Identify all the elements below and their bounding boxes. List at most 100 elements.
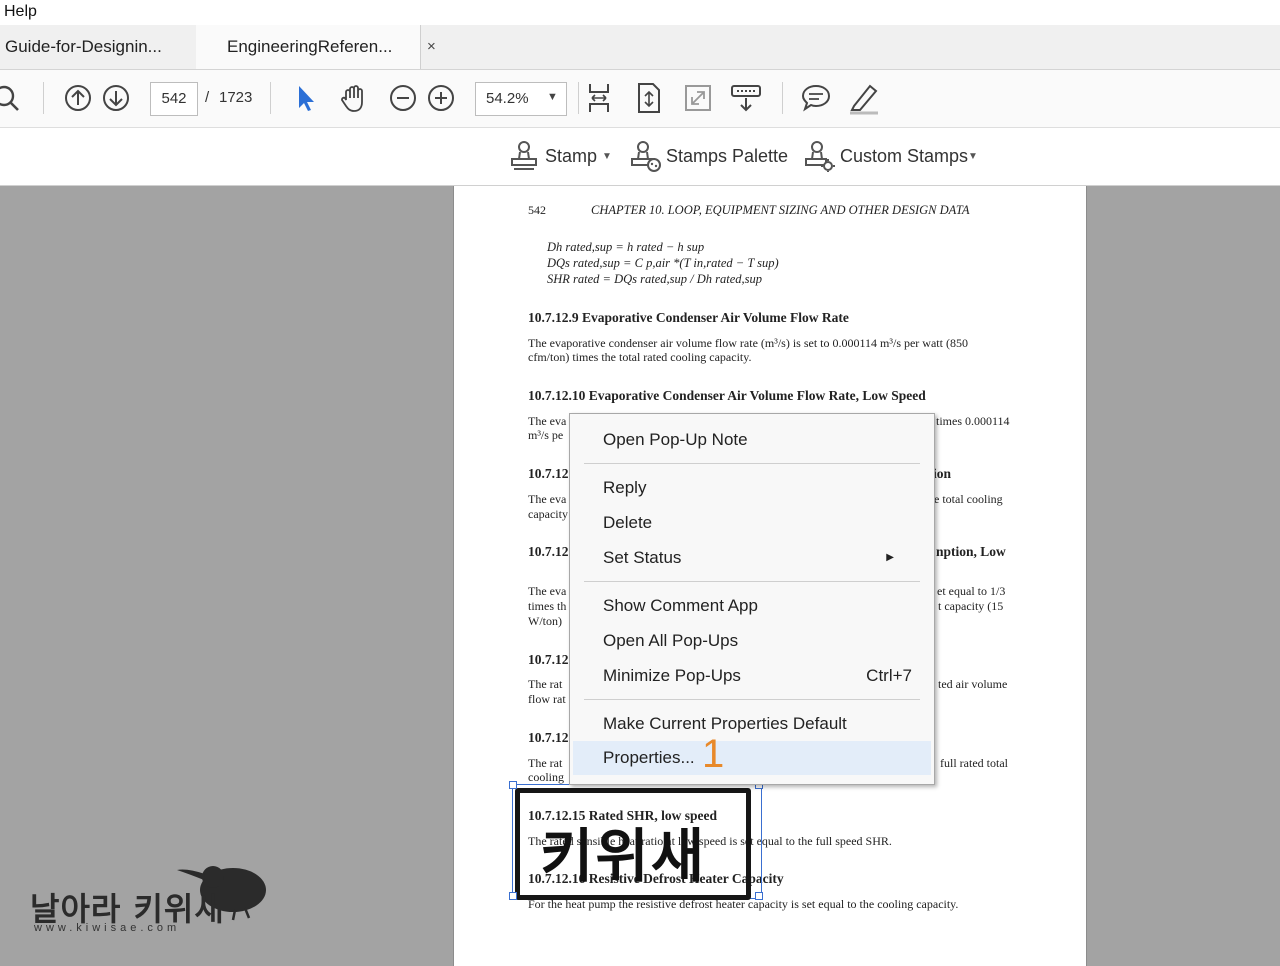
- equation-line: Dh rated,sup = h rated − h sup: [547, 240, 705, 254]
- step-number-badge: 1: [702, 732, 725, 776]
- paragraph-line: times th: [528, 599, 567, 613]
- menu-separator: [584, 463, 920, 464]
- menu-separator: [584, 699, 920, 700]
- resize-handle[interactable]: [509, 892, 517, 900]
- comment-icon[interactable]: [798, 80, 834, 116]
- menu-item-label: Show Comment App: [603, 596, 758, 615]
- menu-item-label: Set Status: [603, 548, 682, 567]
- tab-guide-document[interactable]: Guide-for-Designin...: [0, 25, 197, 69]
- chevron-down-icon: ▼: [547, 91, 558, 103]
- paragraph-line: flow rat: [528, 692, 566, 706]
- custom-stamps-label: Custom Stamps: [840, 146, 969, 166]
- paragraph-line: The eva: [528, 414, 567, 428]
- menu-separator: [584, 581, 920, 582]
- tab-label: EngineeringReferen...: [227, 37, 393, 56]
- menu-item-label: Minimize Pop-Ups: [603, 666, 741, 685]
- stamps-palette-icon: [631, 141, 661, 172]
- chevron-down-icon: ▼: [602, 151, 612, 162]
- menu-item-shortcut: Ctrl+7: [866, 666, 912, 685]
- zoom-value: 54.2%: [486, 90, 529, 107]
- toolbar-divider: [270, 82, 271, 114]
- paragraph-line: times 0.000114: [936, 414, 1010, 428]
- paragraph-line: m³/s pe: [528, 428, 564, 442]
- section-heading: ion: [933, 466, 952, 481]
- paragraph-line: t capacity (15: [938, 599, 1004, 613]
- search-icon[interactable]: [0, 80, 28, 116]
- page-down-icon[interactable]: [98, 80, 134, 116]
- custom-stamps-button[interactable]: Custom Stamps ▼: [805, 128, 985, 185]
- resize-handle[interactable]: [755, 892, 763, 900]
- section-heading: nption, Low: [936, 544, 1006, 559]
- zoom-out-icon[interactable]: [385, 80, 421, 116]
- menu-help[interactable]: Help: [4, 3, 37, 21]
- paragraph-line: ted air volume: [938, 677, 1008, 691]
- watermark: 날아라 키위새 www.kiwisae.com: [30, 862, 270, 942]
- menu-item-label: Make Current Properties Default: [603, 714, 847, 733]
- stamps-palette-label: Stamps Palette: [666, 146, 789, 166]
- paragraph-line: cfm/ton) times the total rated cooling c…: [528, 350, 752, 364]
- menu-item-label: Open All Pop-Ups: [603, 631, 739, 650]
- menu-item-open-popup-note[interactable]: Open Pop-Up Note: [570, 423, 934, 457]
- page-number-text: 542: [528, 203, 546, 217]
- read-mode-icon[interactable]: [728, 80, 764, 116]
- paragraph-line: The evaporative condenser air volume flo…: [528, 336, 968, 350]
- paragraph-line: The eva: [528, 584, 567, 598]
- paragraph-line: capacity: [528, 507, 568, 521]
- paragraph-line: W/ton): [528, 614, 562, 628]
- menu-item-label: Reply: [603, 478, 647, 497]
- full-screen-icon[interactable]: [680, 80, 716, 116]
- zoom-in-icon[interactable]: [423, 80, 459, 116]
- stamp-button[interactable]: Stamp ▼: [510, 128, 620, 185]
- stamp-annotation[interactable]: 키위새: [509, 781, 763, 900]
- paragraph-line: cooling: [528, 770, 564, 784]
- main-toolbar: 542 / 1723 54.2% ▼: [0, 70, 1280, 128]
- section-heading: 10.7.12: [528, 466, 569, 481]
- highlight-icon[interactable]: [846, 80, 882, 116]
- scroll-mode-icon[interactable]: [631, 80, 667, 116]
- toolbar-divider: [578, 82, 579, 114]
- close-tab-icon[interactable]: ×: [396, 25, 436, 69]
- custom-stamps-icon: [805, 141, 835, 172]
- stamp-icon: [511, 141, 537, 170]
- zoom-level-select[interactable]: 54.2% ▼: [475, 82, 567, 116]
- menu-item-open-all-popups[interactable]: Open All Pop-Ups: [570, 624, 934, 658]
- context-menu: Open Pop-Up Note Reply Delete Set Status…: [569, 413, 935, 785]
- paragraph-line: The rat: [528, 756, 563, 770]
- menu-item-label: Open Pop-Up Note: [603, 430, 748, 449]
- page-up-icon[interactable]: [60, 80, 96, 116]
- resize-handle[interactable]: [509, 781, 517, 789]
- paragraph-line: The eva: [528, 492, 567, 506]
- section-heading: 10.7.12.10 Evaporative Condenser Air Vol…: [528, 388, 926, 403]
- section-heading: 10.7.12.9 Evaporative Condenser Air Volu…: [528, 310, 849, 325]
- page-separator: /: [205, 89, 210, 106]
- section-heading: 10.7.12: [528, 730, 569, 745]
- menu-item-label: Properties...: [603, 748, 695, 767]
- tab-engineering-reference[interactable]: EngineeringReferen... ×: [196, 25, 436, 69]
- stamp-text: 키위새: [540, 822, 707, 890]
- menu-item-label: Delete: [603, 513, 653, 532]
- tab-bar: Guide-for-Designin... EngineeringReferen…: [0, 25, 1280, 70]
- menu-item-minimize-popups[interactable]: Minimize Pop-Ups Ctrl+7: [570, 659, 934, 693]
- menu-item-show-comment-app[interactable]: Show Comment App: [570, 589, 934, 623]
- chevron-down-icon: ▼: [968, 151, 978, 162]
- fit-page-icon[interactable]: [581, 80, 617, 116]
- select-cursor-icon[interactable]: [288, 80, 324, 116]
- hand-icon[interactable]: [336, 80, 372, 116]
- menu-item-make-default[interactable]: Make Current Properties Default: [570, 707, 934, 741]
- equation-line: DQs rated,sup = C p,air *(T in,rated − T…: [547, 256, 779, 270]
- page-number-input[interactable]: 542: [150, 82, 198, 116]
- stamp-label: Stamp: [545, 146, 598, 166]
- menu-item-properties[interactable]: Properties...: [573, 741, 931, 775]
- menu-item-delete[interactable]: Delete: [570, 506, 934, 540]
- menu-item-reply[interactable]: Reply: [570, 471, 934, 505]
- chapter-header: CHAPTER 10. LOOP, EQUIPMENT SIZING AND O…: [591, 203, 970, 217]
- stamps-palette-button[interactable]: Stamps Palette: [631, 128, 791, 185]
- page-total: 1723: [219, 89, 253, 106]
- watermark-url: www.kiwisae.com: [34, 922, 181, 934]
- section-heading: 10.7.12: [528, 544, 569, 559]
- paragraph-line: et equal to 1/3: [937, 584, 1006, 598]
- submenu-arrow-icon: ▶: [886, 552, 894, 563]
- toolbar-divider: [782, 82, 783, 114]
- section-heading: 10.7.12: [528, 652, 569, 667]
- menu-item-set-status[interactable]: Set Status ▶: [570, 541, 934, 575]
